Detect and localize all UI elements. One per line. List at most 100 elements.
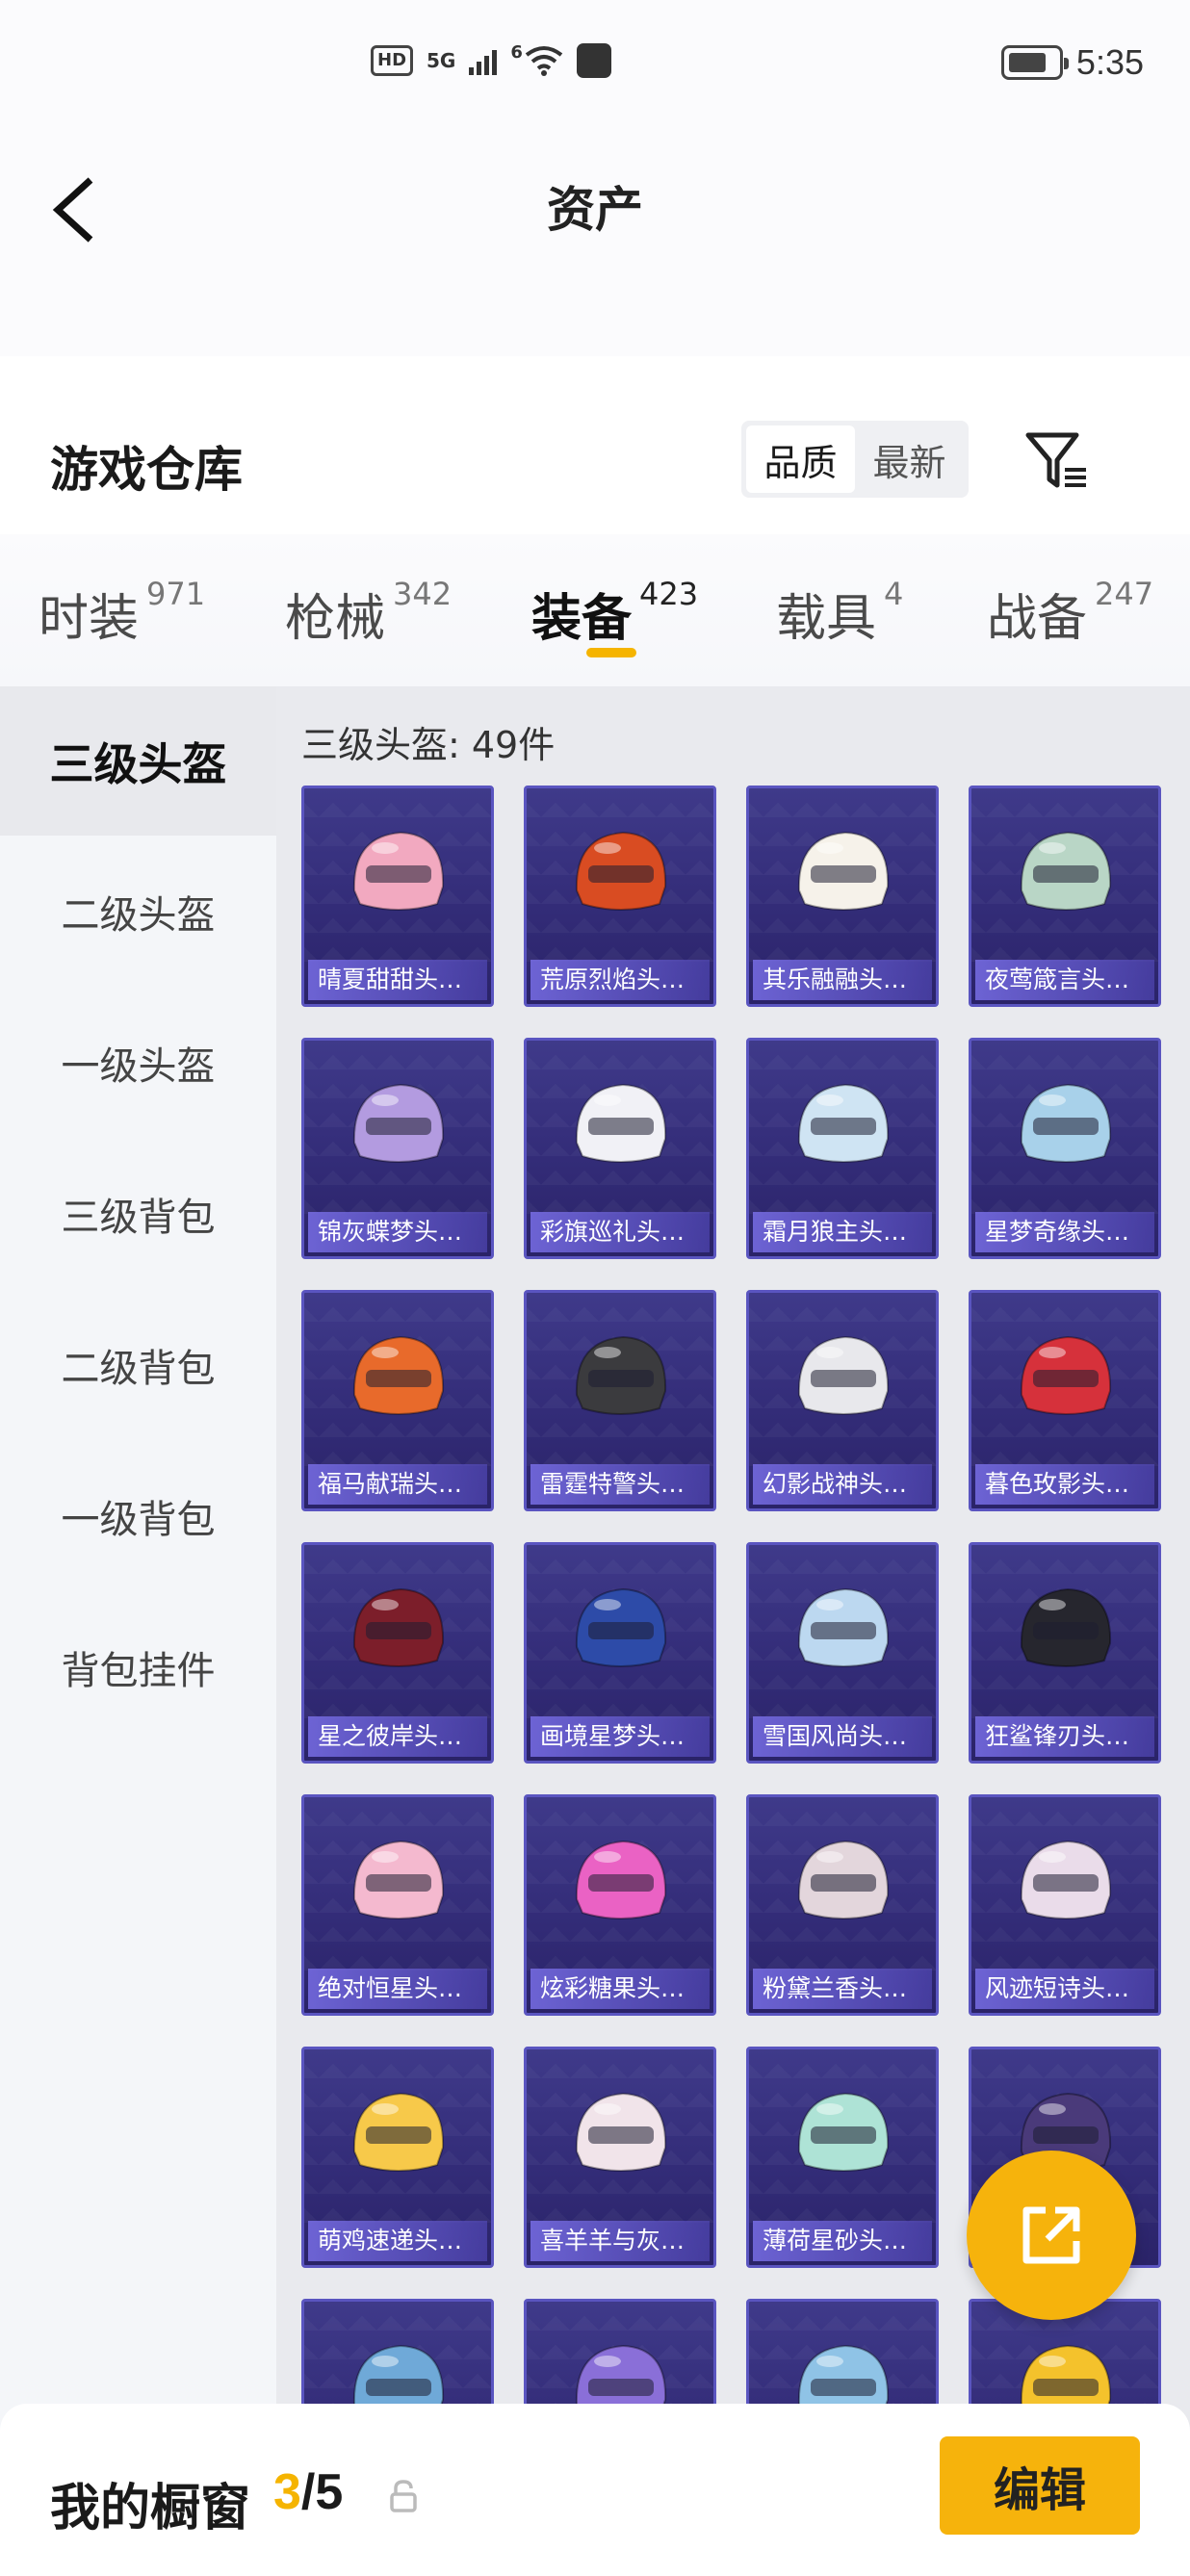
- item-name: 星之彼岸头…: [308, 1716, 487, 1757]
- edit-button[interactable]: 编辑: [940, 2436, 1140, 2535]
- item-card[interactable]: 锦灰蝶梦头…: [301, 1038, 494, 1259]
- sidebar-item-level3-helmet[interactable]: 三级头盔: [0, 686, 276, 836]
- helmet-icon: [352, 1587, 445, 1667]
- helmet-icon: [797, 1335, 890, 1415]
- item-card[interactable]: 福马献瑞头…: [301, 1290, 494, 1511]
- status-right: 5:35: [1000, 42, 1144, 83]
- item-card[interactable]: 雷霆特警头…: [524, 1290, 716, 1511]
- wifi-level: 6: [510, 42, 523, 63]
- battery-icon: [1000, 45, 1069, 80]
- status-bar: HD 5G 6 5:35: [0, 0, 1190, 135]
- item-name: 喜羊羊与灰…: [530, 2221, 710, 2261]
- category-tabs: 时装 971 枪械 342 装备 423 载具 4 战备 247: [0, 534, 1190, 686]
- item-card[interactable]: 夜莺箴言头…: [969, 786, 1161, 1007]
- item-card[interactable]: 幻影战神头…: [746, 1290, 939, 1511]
- warehouse-header: 游戏仓库 品质 最新: [0, 356, 1190, 534]
- helmet-icon: [1020, 1587, 1112, 1667]
- item-name: 狂鲨锋刃头…: [975, 1716, 1154, 1757]
- item-name: 星梦奇缘头…: [975, 1212, 1154, 1252]
- item-card[interactable]: 薄荷星砂头…: [746, 2047, 939, 2268]
- item-card[interactable]: 彩旗巡礼头…: [524, 1038, 716, 1259]
- signal-icon: [469, 46, 498, 75]
- item-card[interactable]: 风迹短诗头…: [969, 1794, 1161, 2016]
- tab-count: 971: [146, 576, 206, 612]
- item-name: 荒原烈焰头…: [530, 960, 710, 1000]
- item-card[interactable]: 萌鸡速递头…: [301, 2047, 494, 2268]
- helmet-icon: [797, 1840, 890, 1919]
- item-card[interactable]: 狂鲨锋刃头…: [969, 1542, 1161, 1764]
- network-type: 5G: [427, 49, 456, 72]
- share-button[interactable]: [967, 2151, 1136, 2320]
- tab-count: 247: [1095, 576, 1154, 612]
- tab-label: 枪械: [285, 590, 386, 648]
- item-card[interactable]: 星梦奇缘头…: [969, 1038, 1161, 1259]
- subcategory-sidebar: 三级头盔 二级头盔 一级头盔 三级背包 二级背包 一级背包 背包挂件: [0, 686, 276, 2576]
- helmet-icon: [352, 2092, 445, 2172]
- showcase-count: 3/5: [273, 2463, 343, 2521]
- sort-toggle: 品质 最新: [741, 421, 969, 498]
- item-name: 福马献瑞头…: [308, 1464, 487, 1505]
- item-name: 暮色玫影头…: [975, 1464, 1154, 1505]
- item-card[interactable]: 霜月狼主头…: [746, 1038, 939, 1259]
- item-card[interactable]: 喜羊羊与灰…: [524, 2047, 716, 2268]
- tab-guns[interactable]: 枪械 342: [285, 576, 452, 650]
- helmet-icon: [575, 1335, 667, 1415]
- helmet-icon: [352, 831, 445, 911]
- helmet-icon: [352, 1840, 445, 1919]
- page-title: 资产: [547, 182, 643, 238]
- helmet-icon: [1020, 1083, 1112, 1163]
- item-name: 夜莺箴言头…: [975, 960, 1154, 1000]
- active-tab-indicator: [586, 648, 636, 657]
- item-card[interactable]: 其乐融融头…: [746, 786, 939, 1007]
- hd-indicator: HD: [371, 45, 414, 76]
- item-name: 雷霆特警头…: [530, 1464, 710, 1505]
- sidebar-item-level1-backpack[interactable]: 一级背包: [0, 1440, 276, 1591]
- item-card[interactable]: 荒原烈焰头…: [524, 786, 716, 1007]
- sidebar-item-level2-backpack[interactable]: 二级背包: [0, 1289, 276, 1440]
- item-card[interactable]: 炫彩糖果头…: [524, 1794, 716, 2016]
- helmet-icon: [575, 1840, 667, 1919]
- sidebar-item-level3-backpack[interactable]: 三级背包: [0, 1138, 276, 1289]
- tab-fashion[interactable]: 时装 971: [39, 576, 206, 650]
- sort-option-quality[interactable]: 品质: [746, 425, 855, 493]
- item-card[interactable]: 晴夏甜甜头…: [301, 786, 494, 1007]
- item-card[interactable]: 粉黛兰香头…: [746, 1794, 939, 2016]
- item-card[interactable]: 雪国风尚头…: [746, 1542, 939, 1764]
- helmet-icon: [1020, 1335, 1112, 1415]
- tab-label: 战备: [987, 590, 1088, 648]
- sidebar-item-level1-helmet[interactable]: 一级头盔: [0, 987, 276, 1138]
- tab-label: 装备: [531, 590, 633, 648]
- item-card[interactable]: 暮色玫影头…: [969, 1290, 1161, 1511]
- showcase-label: 我的橱窗: [50, 2480, 251, 2537]
- showcase-current: 3: [273, 2464, 301, 2520]
- helmet-icon: [352, 1335, 445, 1415]
- item-name: 彩旗巡礼头…: [530, 1212, 710, 1252]
- item-name: 绝对恒星头…: [308, 1969, 487, 2009]
- item-name: 其乐融融头…: [753, 960, 932, 1000]
- item-card[interactable]: 画境星梦头…: [524, 1542, 716, 1764]
- warehouse-title: 游戏仓库: [50, 442, 243, 498]
- helmet-icon: [797, 1587, 890, 1667]
- item-card[interactable]: 星之彼岸头…: [301, 1542, 494, 1764]
- lock-icon: [390, 2480, 417, 2512]
- item-name: 晴夏甜甜头…: [308, 960, 487, 1000]
- item-card[interactable]: 绝对恒星头…: [301, 1794, 494, 2016]
- sidebar-item-backpack-charm[interactable]: 背包挂件: [0, 1591, 276, 1742]
- sidebar-item-level2-helmet[interactable]: 二级头盔: [0, 836, 276, 987]
- item-name: 风迹短诗头…: [975, 1969, 1154, 2009]
- tab-equipment[interactable]: 装备 423: [531, 576, 698, 650]
- tab-vehicles[interactable]: 载具 4: [776, 576, 904, 650]
- item-count: 三级头盔: 49件: [301, 724, 556, 766]
- helmet-icon: [575, 1083, 667, 1163]
- helmet-icon: [797, 1083, 890, 1163]
- tab-count: 4: [884, 576, 904, 612]
- tab-label: 时装: [39, 590, 140, 648]
- tab-supplies[interactable]: 战备 247: [987, 576, 1154, 650]
- filter-icon[interactable]: [1022, 425, 1092, 495]
- item-name: 幻影战神头…: [753, 1464, 932, 1505]
- showcase-total: /5: [300, 2464, 344, 2520]
- helmet-icon: [352, 1083, 445, 1163]
- tab-label: 载具: [776, 590, 877, 648]
- helmet-icon: [575, 2092, 667, 2172]
- sort-option-latest[interactable]: 最新: [855, 425, 964, 493]
